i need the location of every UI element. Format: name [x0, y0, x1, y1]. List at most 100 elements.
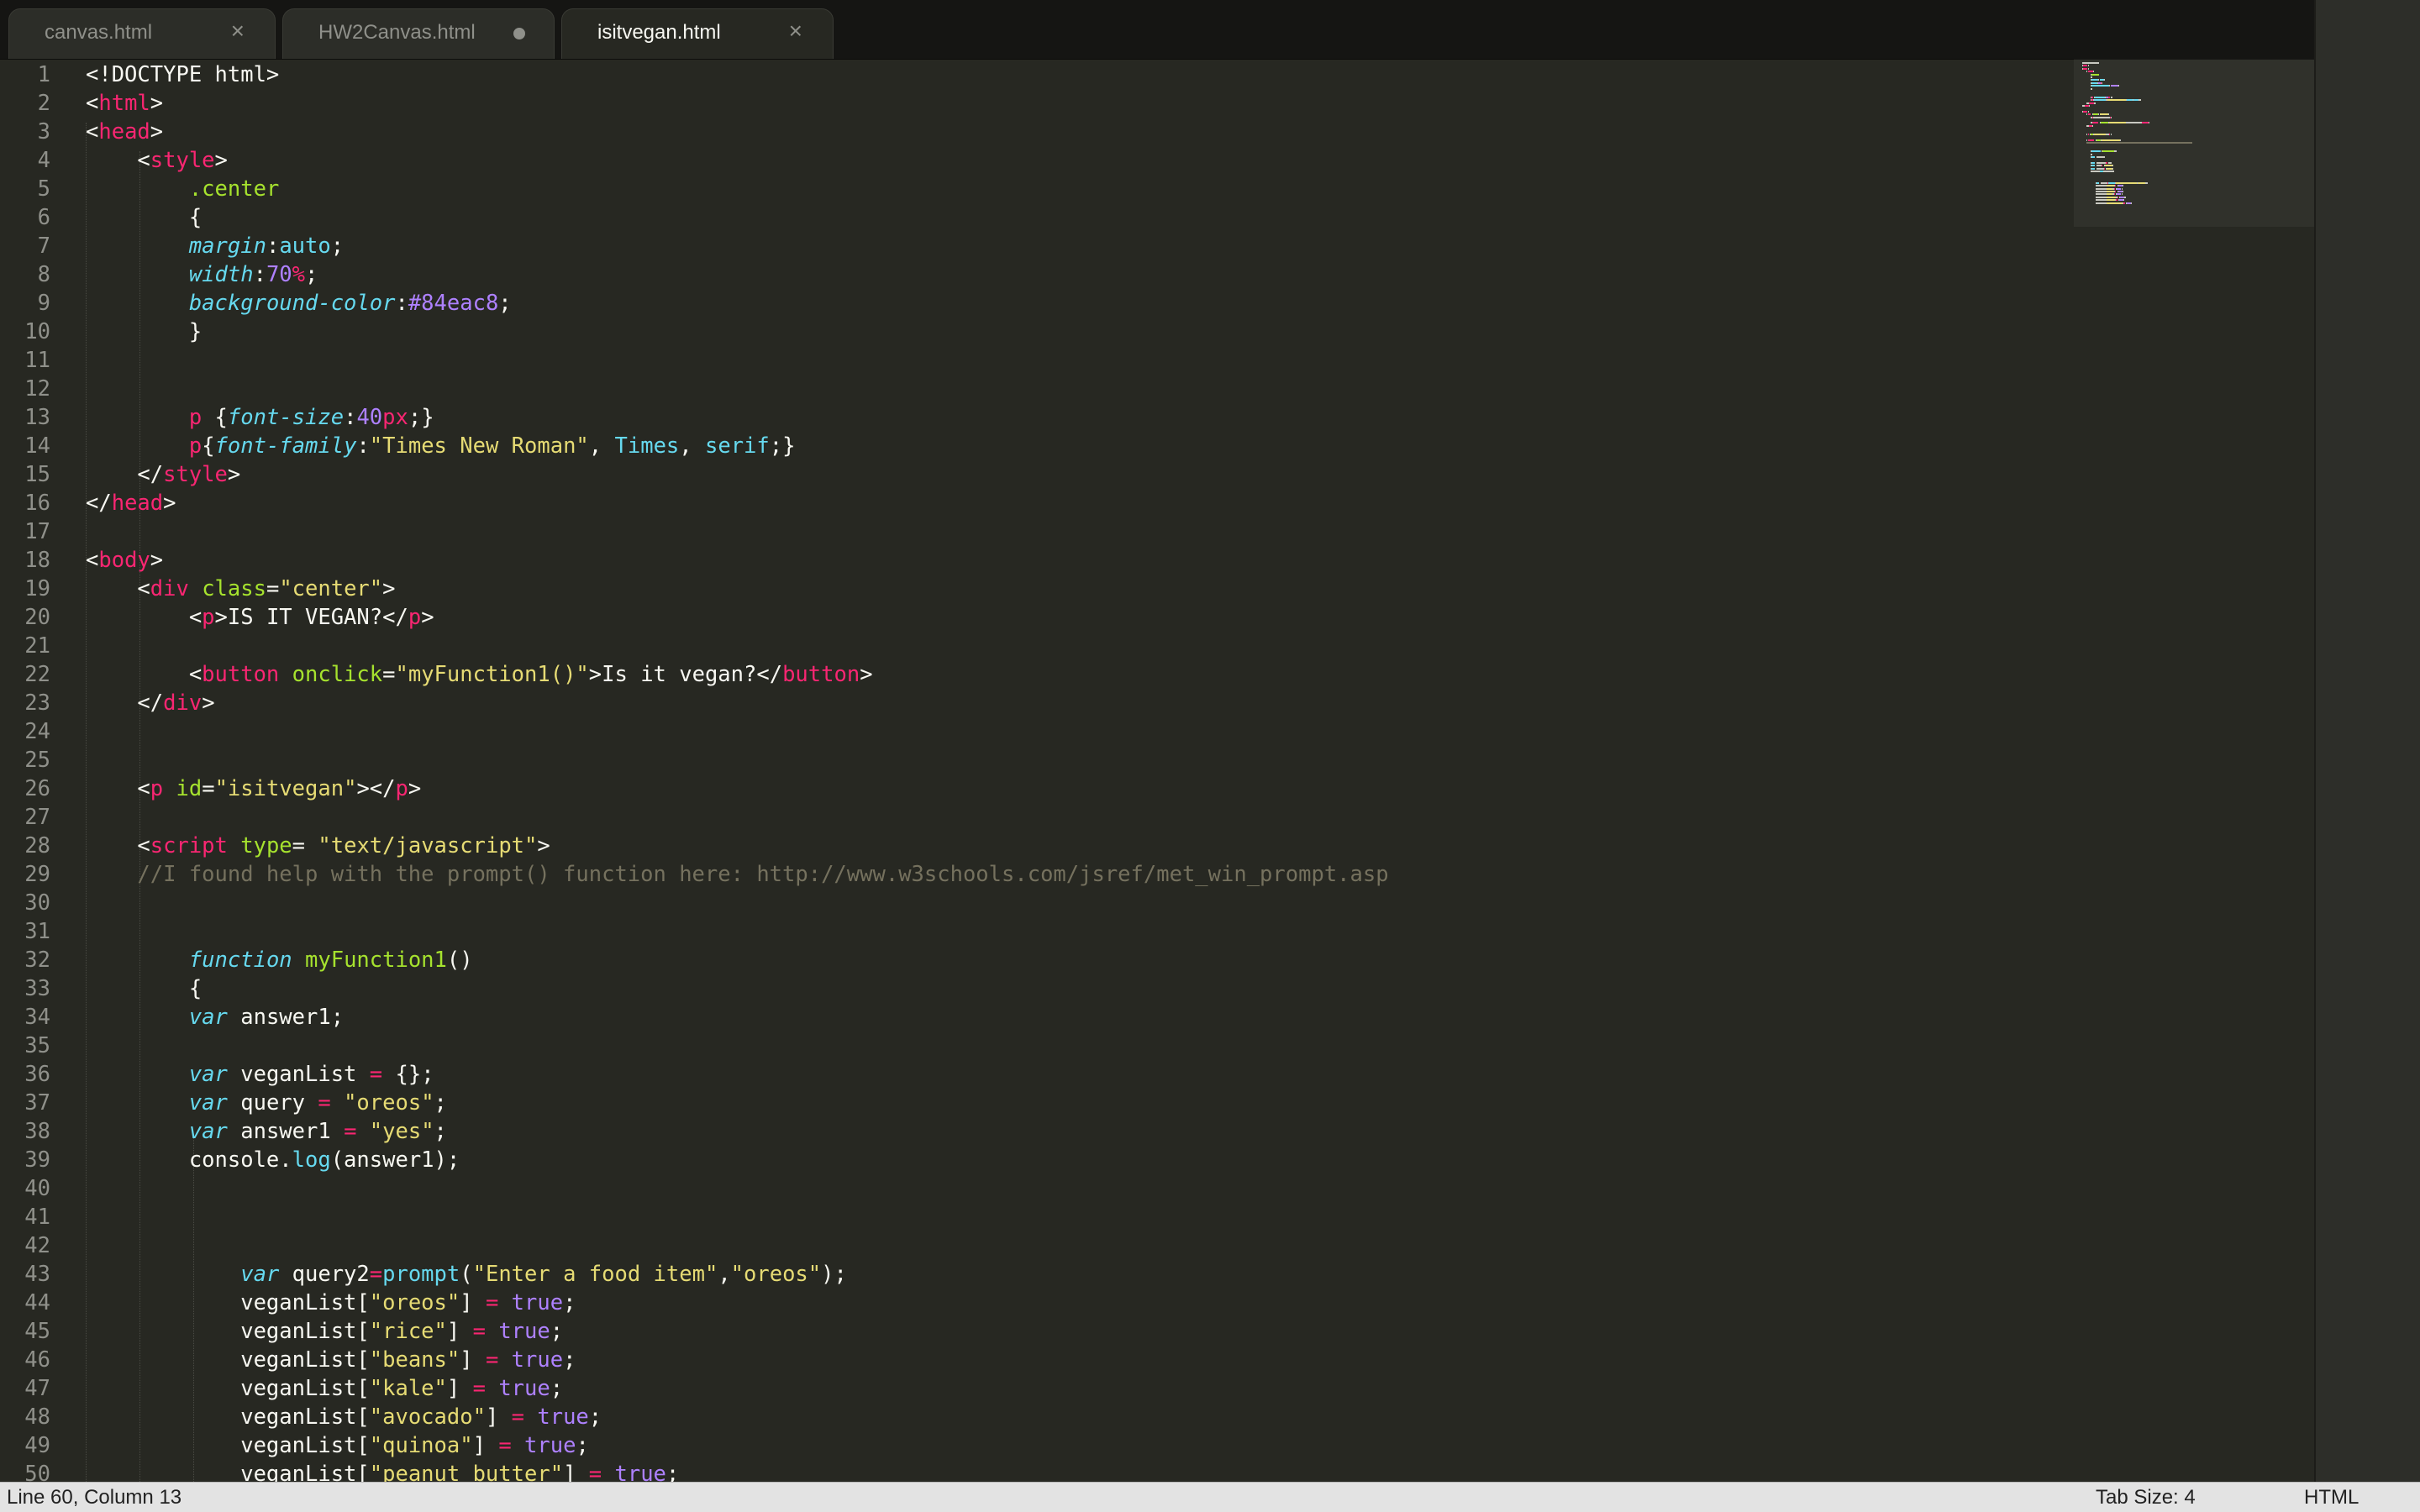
- code-token: ;: [498, 291, 512, 316]
- code-line[interactable]: 24: [0, 717, 2314, 746]
- code-token: 70: [266, 262, 292, 287]
- minimap-stroke: [2103, 167, 2105, 170]
- code-line[interactable]: 8 width:70%;: [0, 260, 2314, 289]
- code-line[interactable]: 43 var query2=prompt("Enter a food item"…: [0, 1260, 2314, 1289]
- code-token: p: [395, 776, 408, 801]
- minimap-stroke: [2107, 113, 2110, 116]
- code-line[interactable]: 33 {: [0, 974, 2314, 1003]
- tab-canvas-html[interactable]: canvas.html ×: [8, 8, 276, 59]
- code-token: >: [421, 605, 434, 630]
- minimap-stroke: [2091, 79, 2099, 81]
- code-line[interactable]: 47 veganList["kale"] = true;: [0, 1374, 2314, 1403]
- code-line[interactable]: 23 </div>: [0, 689, 2314, 717]
- code-line[interactable]: 42: [0, 1231, 2314, 1260]
- line-number: 44: [24, 1290, 50, 1315]
- minimap-stroke: [2094, 134, 2107, 135]
- code-text: {: [86, 203, 202, 232]
- code-line[interactable]: 4 <style>: [0, 146, 2314, 175]
- code-line[interactable]: 17: [0, 517, 2314, 546]
- code-line[interactable]: 5 .center: [0, 175, 2314, 203]
- code-line[interactable]: 14 p{font-family:"Times New Roman", Time…: [0, 432, 2314, 460]
- code-editor[interactable]: 1 <!DOCTYPE html> 2 <html> 3 <head> 4 <style> 5…: [0, 59, 2314, 1482]
- code-token: background-color: [188, 291, 396, 316]
- minimap[interactable]: [2074, 59, 2314, 1482]
- tab-isitvegan-html[interactable]: isitvegan.html ×: [561, 8, 834, 59]
- code-line[interactable]: 38 var answer1 = "yes";: [0, 1117, 2314, 1146]
- code-token: </: [86, 690, 164, 716]
- code-line[interactable]: 32 function myFunction1(): [0, 946, 2314, 974]
- code-line[interactable]: 41: [0, 1203, 2314, 1231]
- tab-hw2canvas-html[interactable]: HW2Canvas.html: [282, 8, 555, 59]
- code-line[interactable]: 28 <script type= "text/javascript">: [0, 832, 2314, 860]
- unsaved-dot-icon[interactable]: [513, 28, 525, 39]
- code-line[interactable]: 49 veganList["quinoa"] = true;: [0, 1431, 2314, 1460]
- tab-size-selector[interactable]: Tab Size: 4: [2096, 1486, 2196, 1509]
- code-line[interactable]: 20 <p>IS IT VEGAN?</p>: [0, 603, 2314, 632]
- code-line[interactable]: 3 <head>: [0, 118, 2314, 146]
- code-line[interactable]: 50 veganList["peanut butter"] = true;: [0, 1460, 2314, 1482]
- code-line[interactable]: 13 p {font-size:40px;}: [0, 403, 2314, 432]
- code-line[interactable]: 7 margin:auto;: [0, 232, 2314, 260]
- code-line[interactable]: 46 veganList["beans"] = true;: [0, 1346, 2314, 1374]
- minimap-stroke: [2123, 199, 2125, 202]
- code-line[interactable]: 22 <button onclick="myFunction1()">Is it…: [0, 660, 2314, 689]
- code-line[interactable]: 26 <p id="isitvegan"></p>: [0, 774, 2314, 803]
- minimap-stroke: [2094, 99, 2107, 102]
- close-icon[interactable]: ×: [789, 18, 802, 45]
- code-token: =: [292, 833, 318, 858]
- code-token: <: [86, 662, 203, 687]
- code-line[interactable]: 10 }: [0, 318, 2314, 346]
- code-token: "rice": [369, 1319, 447, 1344]
- minimap-stroke: [2082, 62, 2099, 64]
- code-line[interactable]: 16 </head>: [0, 489, 2314, 517]
- code-line[interactable]: 30: [0, 889, 2314, 917]
- code-line[interactable]: 9 background-color:#84eac8;: [0, 289, 2314, 318]
- code-line[interactable]: 31: [0, 917, 2314, 946]
- code-line[interactable]: 34 var answer1;: [0, 1003, 2314, 1032]
- code-line[interactable]: 44 veganList["oreos"] = true;: [0, 1289, 2314, 1317]
- code-line[interactable]: 15 </style>: [0, 460, 2314, 489]
- code-token: {: [86, 976, 203, 1001]
- code-line[interactable]: 29 //I found help with the prompt() func…: [0, 860, 2314, 889]
- line-number: 16: [24, 491, 50, 516]
- code-token: head: [111, 491, 164, 516]
- line-number: 22: [24, 662, 50, 687]
- code-line[interactable]: 45 veganList["rice"] = true;: [0, 1317, 2314, 1346]
- code-line[interactable]: 40: [0, 1174, 2314, 1203]
- code-line[interactable]: 12: [0, 375, 2314, 403]
- code-token: ]: [563, 1462, 589, 1482]
- code-line[interactable]: 21: [0, 632, 2314, 660]
- minimap-stroke: [2107, 162, 2112, 164]
- code-line[interactable]: 27: [0, 803, 2314, 832]
- code-token: var: [188, 1090, 228, 1116]
- minimap-stroke: [2107, 181, 2115, 184]
- code-token: >Is it vegan?</: [588, 662, 783, 687]
- close-icon[interactable]: ×: [231, 18, 245, 45]
- code-line[interactable]: 18 <body>: [0, 546, 2314, 575]
- code-line[interactable]: 11: [0, 346, 2314, 375]
- minimap-stroke: [2093, 71, 2095, 73]
- code-token: .center: [188, 176, 280, 202]
- code-line[interactable]: 39 console.log(answer1);: [0, 1146, 2314, 1174]
- code-line[interactable]: 6 {: [0, 203, 2314, 232]
- syntax-selector[interactable]: HTML: [2304, 1486, 2359, 1509]
- code-line[interactable]: 35: [0, 1032, 2314, 1060]
- minimap-stroke: [2113, 193, 2115, 196]
- code-token: ;}: [408, 405, 434, 430]
- code-line[interactable]: 19 <div class="center">: [0, 575, 2314, 603]
- code-token: "myFunction1()": [395, 662, 589, 687]
- code-token: ;}: [769, 433, 796, 459]
- code-line[interactable]: 1 <!DOCTYPE html>: [0, 60, 2314, 89]
- code-token: myFunction1: [305, 948, 447, 973]
- code-line[interactable]: 36 var veganList = {};: [0, 1060, 2314, 1089]
- code-line[interactable]: 37 var query = "oreos";: [0, 1089, 2314, 1117]
- code-line[interactable]: 25: [0, 746, 2314, 774]
- minimap-stroke: [2110, 116, 2112, 118]
- code-line[interactable]: 2 <html>: [0, 89, 2314, 118]
- minimap-stroke: [2109, 122, 2126, 124]
- line-number: 25: [24, 748, 50, 773]
- cursor-position: Line 60, Column 13: [7, 1486, 182, 1509]
- code-line[interactable]: 48 veganList["avocado"] = true;: [0, 1403, 2314, 1431]
